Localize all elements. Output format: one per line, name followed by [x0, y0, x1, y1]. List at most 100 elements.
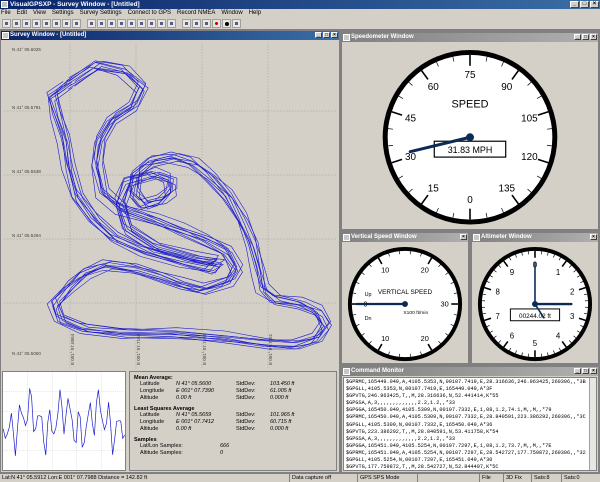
print-icon[interactable]: [32, 18, 41, 28]
lat-label: N 41° 05.6025: [12, 47, 41, 52]
blank-status: [418, 474, 480, 482]
zoom-in-icon[interactable]: [147, 18, 156, 28]
survey-maximize-button[interactable]: □: [323, 32, 330, 38]
fill-icon[interactable]: [97, 18, 106, 28]
zoom-out-icon[interactable]: [157, 18, 166, 28]
gauge-tick-label: 120: [521, 152, 538, 163]
app-title: VisualGPSXP - Survey Window - [Untitled]: [10, 1, 140, 8]
stat-value: 0.00 ft: [176, 426, 192, 432]
window-icon: [473, 234, 480, 241]
gauge-tick-label: 45: [405, 113, 417, 124]
menu-connect-to-gps[interactable]: Connect to GPS: [127, 9, 176, 17]
vspeed-up-label: Up: [365, 292, 372, 298]
command-monitor-titlebar[interactable]: Command Monitor _ □ ×: [342, 367, 598, 376]
menu-file[interactable]: File: [0, 9, 16, 17]
toolbar-separator: [177, 19, 181, 28]
cut-icon[interactable]: [42, 18, 51, 28]
stop-icon[interactable]: [222, 18, 231, 28]
record-icon[interactable]: [212, 18, 221, 28]
gauge-tick-label: 90: [501, 82, 513, 93]
survey-close-button[interactable]: ×: [331, 32, 338, 38]
nmea-log-text[interactable]: $GPRMC,165449.049,A,4105.5353,N,00107.74…: [343, 377, 597, 471]
speedometer-close-button[interactable]: ×: [590, 34, 597, 40]
grid-icon[interactable]: [87, 18, 96, 28]
gps-mode-status: GPS SPS Mode: [358, 474, 418, 482]
menu-survey-settings[interactable]: Survey Settings: [79, 9, 127, 17]
app-titlebar[interactable]: VisualGPSXP - Survey Window - [Untitled]…: [0, 0, 600, 9]
about-icon[interactable]: [72, 18, 81, 28]
cmd-scrollbar[interactable]: [589, 378, 596, 470]
samples-value: 0: [220, 450, 224, 456]
menu-window[interactable]: Window: [220, 9, 247, 17]
nmea-log-line: $GPGLL,4105.5353,N,00107.7419,E,165449.0…: [346, 386, 493, 393]
settings-icon[interactable]: [202, 18, 211, 28]
hand-icon[interactable]: [137, 18, 146, 28]
fix-status: 3D Fix: [504, 474, 532, 482]
close-button[interactable]: ×: [590, 1, 599, 8]
paste-icon[interactable]: [62, 18, 71, 28]
minimize-button[interactable]: _: [570, 1, 579, 8]
stat-sd-label: StdDev:: [236, 412, 256, 418]
window-icon: [343, 234, 350, 241]
window-icon: [343, 368, 350, 375]
gauge-tick-label: 3: [570, 312, 575, 321]
gauge-tick-label: 6: [510, 331, 515, 340]
layers-icon[interactable]: [192, 18, 201, 28]
vertical-speed-gauge: 01020302010 VERTICAL SPEED X100 ft/min U…: [347, 246, 463, 362]
zoom-fit-icon[interactable]: [107, 18, 116, 28]
stat-label: Latitude: [140, 412, 160, 418]
survey-window-titlebar[interactable]: Survey Window - [Untitled] _ □ ×: [1, 31, 339, 40]
open-icon[interactable]: [12, 18, 21, 28]
speedometer-maximize-button[interactable]: □: [582, 34, 589, 40]
connect-icon[interactable]: [232, 18, 241, 28]
needle-hub: [466, 133, 474, 142]
save-icon[interactable]: [22, 18, 31, 28]
survey-track-plot[interactable]: N 41° 05.6025 N 41° 05.5781 N 41° 05.553…: [4, 43, 336, 369]
gauge-tick-label: 4: [556, 331, 561, 340]
gauge-tick-label: 60: [428, 82, 440, 93]
menu-settings[interactable]: Settings: [51, 9, 79, 17]
vspeed-units: X100 ft/min: [403, 310, 428, 316]
survey-minimize-button[interactable]: _: [315, 32, 322, 38]
speed-label: SPEED: [452, 98, 489, 110]
new-icon[interactable]: [2, 18, 11, 28]
check-icon[interactable]: [167, 18, 176, 28]
stat-value: N 41° 05.5659: [176, 412, 212, 418]
altimeter-close-button[interactable]: ×: [590, 234, 597, 240]
copy-icon[interactable]: [52, 18, 61, 28]
gauge-tick-label: 105: [521, 113, 538, 124]
lat-label: N 41° 05.5050: [12, 351, 41, 356]
nmea-log-line: $GPVTG,223.386292,T,,M,28.840591,N,53.41…: [346, 428, 499, 435]
center-icon[interactable]: [127, 18, 136, 28]
stat-value: N 41° 05.5600: [176, 381, 212, 387]
speedometer-window: Speedometer Window _ □ × 0 15 30 45 60 75 90 10…: [341, 32, 599, 230]
circle-icon[interactable]: [117, 18, 126, 28]
vertical-speed-titlebar[interactable]: Vertical Speed Window ×: [342, 233, 468, 242]
menu-help[interactable]: Help: [248, 9, 266, 17]
samples-label: Lat/Lon Samples:: [140, 443, 183, 449]
cmd-maximize-button[interactable]: □: [582, 368, 589, 374]
gauge-tick-label: 10: [381, 265, 389, 274]
stat-sd-value: 0.000 ft: [270, 395, 289, 401]
gauge-tick-label: 30: [440, 300, 448, 309]
menu-view[interactable]: View: [32, 9, 51, 17]
menu-record-nmea[interactable]: Record NMEA: [176, 9, 220, 17]
cmd-close-button[interactable]: ×: [590, 368, 597, 374]
stat-sd-value: 101.965 ft: [270, 412, 295, 418]
cmd-minimize-button[interactable]: _: [574, 368, 581, 374]
menu-edit[interactable]: Edit: [16, 9, 32, 17]
speedometer-gauge: 0 15 30 45 60 75 90 105 120 135 SPEED 31.83 MPH: [382, 49, 558, 225]
gauge-tick-label: 10: [381, 334, 389, 343]
map-icon[interactable]: [182, 18, 191, 28]
speedometer-titlebar[interactable]: Speedometer Window _ □ ×: [342, 33, 598, 42]
maximize-button[interactable]: □: [580, 1, 589, 8]
vspeed-close-button[interactable]: ×: [460, 234, 467, 240]
altimeter-titlebar[interactable]: Altimeter Window ×: [472, 233, 598, 242]
gauge-tick-label: 0: [467, 195, 473, 206]
vertical-speed-title: Vertical Speed Window: [351, 234, 417, 240]
gauge-tick-label: 20: [421, 265, 429, 274]
needle-hub: [402, 301, 408, 307]
app-icon[interactable]: [1, 1, 8, 8]
speedometer-minimize-button[interactable]: _: [574, 34, 581, 40]
altitude-readout: 00244.02 ft: [519, 313, 551, 320]
